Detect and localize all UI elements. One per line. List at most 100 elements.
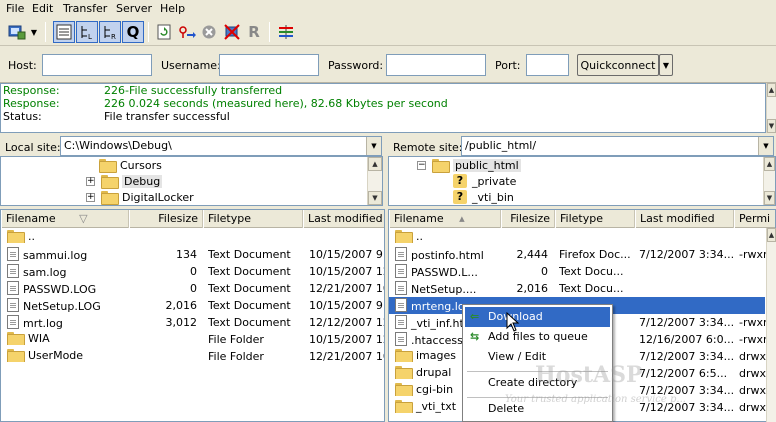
- host-input[interactable]: [42, 54, 152, 76]
- mouse-cursor-icon: [506, 312, 520, 332]
- tree-item[interactable]: ? _vti_bin: [453, 189, 514, 205]
- cancel-icon[interactable]: [198, 21, 220, 43]
- table-row[interactable]: sammui.log 134 Text Document 10/15/2007 9:2: [1, 246, 384, 263]
- file-type: Firefox Doc...: [559, 248, 631, 261]
- column-filetype[interactable]: Filetype: [203, 210, 303, 228]
- process-queue-icon[interactable]: [176, 21, 198, 43]
- table-row[interactable]: UserMode File Folder 12/21/2007 10:: [1, 348, 384, 365]
- toggle-message-log-icon[interactable]: [53, 21, 75, 43]
- column-filesize[interactable]: Filesize: [129, 210, 203, 228]
- scroll-up-icon[interactable]: ▲: [764, 157, 775, 171]
- port-label: Port:: [495, 59, 521, 72]
- remote-file-list-scrollbar[interactable]: ▲: [766, 228, 776, 422]
- tree-item[interactable]: + Debug: [86, 173, 163, 189]
- scroll-down-icon[interactable]: ▼: [764, 191, 775, 205]
- table-row[interactable]: sam.log 0 Text Document 10/15/2007 12:: [1, 263, 384, 280]
- folder-icon: [7, 349, 25, 362]
- file-modified: 7/12/2007 6:5...: [639, 367, 728, 380]
- disconnect-icon[interactable]: [221, 21, 243, 43]
- file-name: drupal: [416, 366, 452, 379]
- quickconnect-button[interactable]: Quickconnect: [577, 54, 659, 76]
- file-name: ..: [28, 230, 35, 243]
- file-modified: 12/12/2007 12:: [309, 316, 384, 329]
- toolbar-separator: [269, 22, 270, 42]
- host-label: Host:: [8, 59, 37, 72]
- menu-edit[interactable]: Edit: [32, 2, 53, 15]
- expand-icon[interactable]: +: [86, 192, 95, 202]
- file-icon: [395, 298, 407, 312]
- scroll-down-icon[interactable]: ▼: [767, 119, 776, 133]
- file-name: PASSWD.LOG: [23, 283, 97, 296]
- menu-transfer[interactable]: Transfer: [63, 2, 107, 15]
- tree-item[interactable]: Cursors: [99, 157, 162, 173]
- quickconnect-dropdown-icon[interactable]: ▼: [659, 54, 673, 76]
- site-manager-icon[interactable]: [6, 21, 28, 43]
- file-name: .htaccess: [411, 334, 463, 347]
- tree-item[interactable]: − public_html: [417, 157, 521, 173]
- menu-help[interactable]: Help: [160, 2, 185, 15]
- expand-icon[interactable]: +: [86, 176, 95, 186]
- file-type: File Folder: [208, 350, 264, 363]
- table-row[interactable]: PASSWD.L... 0 Text Docu...: [389, 263, 775, 280]
- remote-tree-scrollbar[interactable]: ▲ ▼: [763, 157, 775, 205]
- menu-server[interactable]: Server: [116, 2, 152, 15]
- file-icon: [395, 247, 407, 261]
- watermark-tagline: Your trusted application service p...: [505, 394, 686, 405]
- file-type: Text Document: [208, 265, 291, 278]
- file-size: 2,444: [516, 248, 549, 261]
- message-log-scrollbar[interactable]: ▲ ▼: [766, 83, 776, 133]
- local-site-dropdown-icon[interactable]: ▼: [366, 137, 381, 155]
- column-filetype[interactable]: Filetype: [555, 210, 635, 228]
- menu-file[interactable]: File: [6, 2, 24, 15]
- remote-site-dropdown-icon[interactable]: ▼: [758, 137, 773, 155]
- table-row[interactable]: WIA File Folder 10/15/2007 12:: [1, 331, 384, 348]
- column-permissions[interactable]: Permi: [734, 210, 775, 228]
- column-last-modified[interactable]: Last modified: [303, 210, 384, 228]
- table-row[interactable]: PASSWD.LOG 0 Text Document 12/21/2007 10:: [1, 280, 384, 297]
- file-size: 0: [190, 265, 197, 278]
- remote-site-path[interactable]: /public_html/: [461, 136, 774, 156]
- compare-icon[interactable]: [275, 21, 297, 43]
- refresh-icon[interactable]: [153, 21, 175, 43]
- collapse-icon[interactable]: −: [417, 160, 426, 170]
- scroll-down-icon[interactable]: ▼: [368, 191, 382, 205]
- file-name-cell: sam.log: [7, 263, 129, 279]
- toggle-remote-tree-icon[interactable]: R: [99, 21, 121, 43]
- table-row[interactable]: ..: [389, 229, 775, 246]
- file-permissions: drwxr: [739, 367, 769, 380]
- scroll-up-icon[interactable]: ▲: [368, 157, 382, 171]
- column-filesize[interactable]: Filesize: [501, 210, 555, 228]
- folder-icon: [432, 159, 450, 173]
- folder-icon: [101, 175, 119, 189]
- table-row[interactable]: mrt.log 3,012 Text Document 12/12/2007 12:: [1, 314, 384, 331]
- file-name-cell: mrt.log: [7, 314, 129, 330]
- file-name: NetSetup.LOG: [23, 300, 101, 313]
- tree-item[interactable]: + DigitalLocker: [86, 189, 194, 205]
- table-row[interactable]: ..: [1, 229, 384, 246]
- toggle-local-tree-icon[interactable]: L: [76, 21, 98, 43]
- password-input[interactable]: [386, 54, 486, 76]
- local-site-path[interactable]: C:\Windows\Debug\: [60, 136, 382, 156]
- file-modified: 12/16/2007 6:0...: [639, 333, 734, 346]
- add-to-queue-menu-item[interactable]: ⇆ Add files to queue: [465, 327, 610, 347]
- download-menu-item[interactable]: ⇐ Download: [465, 307, 610, 327]
- file-type: Text Document: [208, 316, 291, 329]
- toggle-queue-icon[interactable]: Q: [122, 21, 144, 43]
- scroll-up-icon[interactable]: ▲: [767, 83, 776, 97]
- table-row[interactable]: postinfo.html 2,444 Firefox Doc... 7/12/200…: [389, 246, 775, 263]
- file-name: mrt.log: [23, 317, 63, 330]
- column-filename[interactable]: Filename ▽: [1, 210, 129, 228]
- dropdown-arrow-icon[interactable]: ▼: [28, 21, 40, 43]
- column-last-modified[interactable]: Last modified: [635, 210, 734, 228]
- tree-item[interactable]: ? _private: [453, 173, 516, 189]
- reconnect-icon[interactable]: R: [243, 21, 265, 43]
- local-tree-scrollbar[interactable]: ▲ ▼: [367, 157, 382, 205]
- username-input[interactable]: [219, 54, 319, 76]
- port-input[interactable]: [526, 54, 569, 76]
- table-row[interactable]: NetSetup.... 2,016 Text Docu...: [389, 280, 775, 297]
- scroll-up-icon[interactable]: ▲: [767, 228, 776, 242]
- file-modified: 12/21/2007 10:: [309, 282, 384, 295]
- table-row[interactable]: NetSetup.LOG 2,016 Text Document 10/15/2007…: [1, 297, 384, 314]
- column-filename[interactable]: Filename ▴: [389, 210, 501, 228]
- password-label: Password:: [328, 59, 384, 72]
